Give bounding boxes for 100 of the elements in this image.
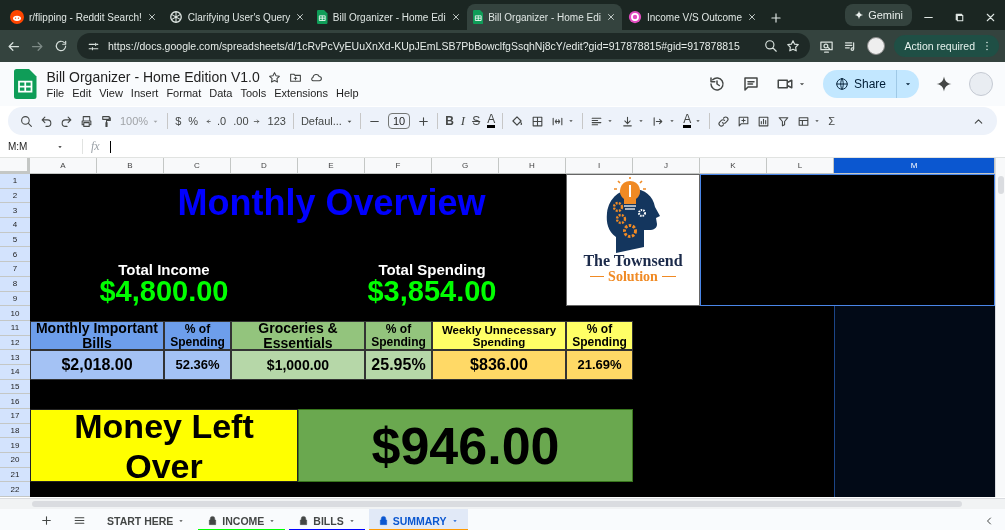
- menu-item[interactable]: Edit: [72, 87, 92, 99]
- menu-item[interactable]: Format: [166, 87, 202, 99]
- italic-button[interactable]: I: [460, 113, 466, 129]
- percent-button[interactable]: %: [188, 115, 199, 127]
- text-rotation-button[interactable]: A: [683, 114, 703, 128]
- column-header[interactable]: H: [499, 158, 566, 174]
- share-button[interactable]: Share: [822, 70, 919, 98]
- menu-item[interactable]: Data: [209, 87, 233, 99]
- close-icon[interactable]: [984, 11, 997, 24]
- screen-search-icon[interactable]: [819, 38, 835, 54]
- row-header[interactable]: 22: [0, 482, 30, 498]
- borders-icon[interactable]: [531, 114, 545, 128]
- font-size-field[interactable]: 10: [387, 113, 411, 129]
- gemini-button[interactable]: Gemini: [845, 4, 912, 26]
- address-bar[interactable]: https://docs.google.com/spreadsheets/d/1cRvPcVyEUuXnXd-KUpJEmLSB7PbBowclfgSsqhNj8cY/edit?gid=917878815#gid=917878815: [77, 33, 811, 59]
- column-header[interactable]: J: [633, 158, 700, 174]
- column-header[interactable]: G: [432, 158, 499, 174]
- column-header[interactable]: K: [700, 158, 767, 174]
- restore-icon[interactable]: [953, 11, 966, 24]
- add-comment-icon[interactable]: [737, 114, 751, 128]
- row-header[interactable]: 6: [0, 247, 30, 263]
- menu-item[interactable]: File: [46, 87, 65, 99]
- category-percent: 21.69%: [566, 350, 633, 380]
- vertical-align-icon[interactable]: [621, 114, 635, 128]
- add-sheet-icon[interactable]: [40, 514, 53, 527]
- sheet-tab[interactable]: SUMMARY: [368, 509, 468, 530]
- text-color-button[interactable]: A: [487, 114, 496, 128]
- menu-item[interactable]: View: [99, 87, 123, 99]
- row-header[interactable]: 13: [0, 350, 30, 365]
- close-icon[interactable]: [146, 12, 157, 22]
- browser-tab[interactable]: Clarifying User's Query: [162, 4, 312, 30]
- sheet-tab[interactable]: START HERE: [98, 509, 195, 530]
- filter-icon[interactable]: [777, 114, 791, 128]
- merged-cell[interactable]: [700, 174, 995, 307]
- table-icon[interactable]: [797, 114, 811, 128]
- vertical-scrollbar[interactable]: [995, 158, 1005, 498]
- menu-item[interactable]: Help: [335, 87, 359, 99]
- document-title[interactable]: Bill Organizer - Home Edition V1.0: [46, 69, 260, 85]
- zoom-icon[interactable]: [764, 39, 779, 53]
- row-header[interactable]: 4: [0, 218, 30, 233]
- column-header[interactable]: I: [566, 158, 633, 174]
- chart-icon[interactable]: [757, 114, 771, 128]
- functions-button[interactable]: Σ: [828, 115, 835, 127]
- horizontal-scrollbar[interactable]: [0, 498, 1005, 509]
- close-icon[interactable]: [605, 12, 616, 22]
- sheet-tab[interactable]: BILLS: [289, 509, 365, 530]
- column-header[interactable]: A: [30, 158, 97, 174]
- undo-icon[interactable]: [40, 114, 53, 128]
- paint-format-icon[interactable]: [100, 114, 113, 128]
- strikethrough-button[interactable]: S: [472, 114, 481, 128]
- search-icon[interactable]: [20, 114, 33, 128]
- bookmark-star-icon[interactable]: [786, 39, 801, 53]
- row-header[interactable]: 20: [0, 453, 30, 468]
- row-header[interactable]: 10: [0, 306, 30, 321]
- menu-item[interactable]: Extensions: [274, 87, 328, 99]
- text-cursor: [109, 140, 111, 153]
- column-header[interactable]: B: [97, 158, 164, 174]
- close-icon[interactable]: [747, 12, 757, 22]
- column-header[interactable]: C: [164, 158, 231, 174]
- column-header[interactable]: M: [834, 158, 995, 174]
- decrease-decimal-button[interactable]: .0: [205, 115, 227, 127]
- all-sheets-menu-icon[interactable]: [73, 514, 86, 527]
- row-header[interactable]: 1: [0, 174, 30, 189]
- increase-size-icon[interactable]: [417, 114, 431, 128]
- link-icon[interactable]: [717, 114, 731, 128]
- currency-button[interactable]: $: [175, 115, 182, 127]
- action-required-button[interactable]: Action required: [894, 35, 999, 57]
- sheet-tab[interactable]: INCOME: [198, 509, 286, 530]
- name-box[interactable]: M:M: [0, 141, 72, 152]
- column-header[interactable]: D: [231, 158, 298, 174]
- close-icon[interactable]: [450, 12, 461, 22]
- row-header[interactable]: 19: [0, 438, 30, 454]
- browser-tab[interactable]: Income V/S Outcome: [621, 4, 763, 30]
- browser-tab[interactable]: Bill Organizer - Home Edi: [466, 4, 622, 30]
- row-header[interactable]: 7: [0, 262, 30, 277]
- column-header[interactable]: E: [298, 158, 365, 174]
- browser-tab[interactable]: r/flipping - Reddit Search!: [4, 4, 163, 30]
- new-tab-icon[interactable]: [769, 11, 783, 25]
- column-header[interactable]: L: [767, 158, 834, 174]
- row-header[interactable]: 3: [0, 203, 30, 219]
- menu-item[interactable]: Insert: [130, 87, 159, 99]
- font-dropdown[interactable]: Defaul...: [300, 115, 353, 127]
- number-format-button[interactable]: 123: [267, 115, 286, 127]
- menu-item[interactable]: Tools: [240, 87, 267, 99]
- redo-icon[interactable]: [60, 114, 73, 128]
- print-icon[interactable]: [80, 114, 93, 128]
- sparkle-icon[interactable]: [935, 75, 953, 93]
- browser-tab[interactable]: Bill Organizer - Home Edi: [311, 4, 467, 30]
- row-header[interactable]: 17: [0, 409, 30, 424]
- column-header[interactable]: F: [365, 158, 432, 174]
- row-header[interactable]: 16: [0, 394, 30, 409]
- comment-icon[interactable]: [741, 75, 760, 93]
- bold-button[interactable]: B: [445, 114, 454, 128]
- history-icon[interactable]: [707, 75, 726, 93]
- star-icon[interactable]: [267, 70, 281, 84]
- close-icon[interactable]: [295, 12, 306, 22]
- reload-icon[interactable]: [54, 39, 68, 53]
- fill-color-icon[interactable]: [510, 114, 525, 128]
- profile-avatar[interactable]: [867, 37, 886, 55]
- increase-decimal-button[interactable]: .00: [233, 115, 261, 127]
